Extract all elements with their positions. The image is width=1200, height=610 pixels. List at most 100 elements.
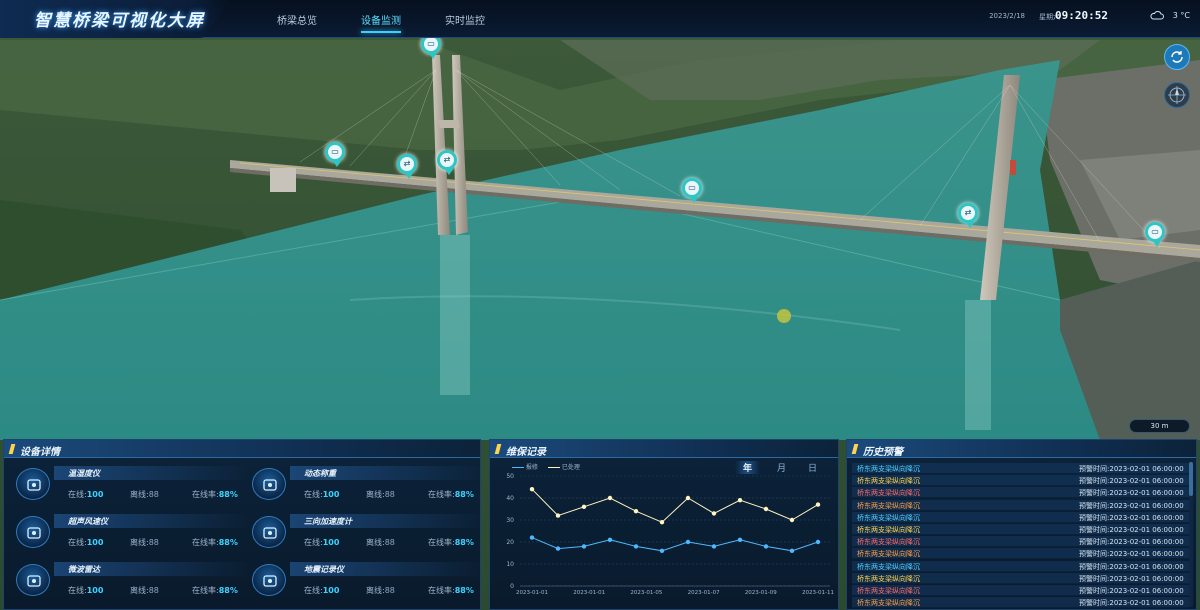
alarm-time: 预警时间:2023-02-01 06:00:00: [1079, 513, 1184, 523]
offline-value: 88: [148, 490, 159, 499]
alarm-row[interactable]: 桥东两支梁纵向降沉 预警时间:2023-02-01 06:00:00: [852, 511, 1189, 523]
rate-value: 88%: [454, 586, 474, 595]
alarm-time: 预警时间:2023-02-01 06:00:00: [1079, 476, 1184, 486]
alarm-row[interactable]: 桥东两支梁纵向降沉 预警时间:2023-02-01 06:00:00: [852, 560, 1189, 572]
offline-value: 88: [384, 586, 395, 595]
maintenance-line-chart: 0 10 20 30 40 50 2023-01-01 2023-01-01 2023-01-0…: [506, 473, 834, 596]
alarm-name: 桥东两支梁纵向降沉: [857, 574, 920, 583]
online-rate: 在线率:88%: [192, 537, 238, 548]
x-tick-label: 2023-01-01: [516, 590, 548, 596]
alarm-time-label: 预警时间:: [1079, 562, 1110, 571]
series-point: [685, 539, 691, 545]
series-point: [737, 537, 743, 542]
lane-marker[interactable]: ⇄: [397, 154, 417, 179]
alarm-row[interactable]: 桥东两支梁纵向降沉 预警时间:2023-02-01 06:00:00: [852, 597, 1189, 609]
panel-title: 维保记录: [506, 447, 546, 458]
alarm-time-label: 预警时间:: [1079, 526, 1110, 534]
series-point: [789, 548, 795, 553]
nav-live-monitoring[interactable]: 实时监控: [445, 12, 485, 27]
alarm-name: 桥东两支梁纵向降沉: [857, 587, 920, 595]
online-value: 100: [322, 490, 340, 499]
series-point: [607, 495, 613, 501]
alarm-time-value: 2023-02-01 06:00:00: [1109, 538, 1184, 547]
panel-header: 历史预警: [847, 440, 1196, 458]
alarm-row[interactable]: 桥东两支梁纵向降沉 预警时间:2023-02-01 06:00:00: [852, 463, 1189, 474]
device-card[interactable]: 地震记录仪 在线:100 离线:88 在线率:88%: [246, 562, 486, 606]
nav-active-indicator: [361, 31, 401, 33]
offline-label: 离线:: [366, 490, 385, 499]
alarm-row[interactable]: 桥东两支梁纵向降沉 预警时间:2023-02-01 06:00:00: [852, 524, 1189, 535]
radar-icon: [16, 564, 50, 596]
device-name: 三向加速度计: [304, 517, 352, 526]
alarm-scrollbar[interactable]: [1189, 462, 1193, 607]
compass-button[interactable]: [1164, 82, 1190, 108]
online-count: 在线:100: [304, 585, 339, 596]
y-tick-label: 10: [506, 561, 514, 568]
device-card[interactable]: 动态称重 在线:100 离线:88 在线率:88%: [246, 466, 486, 510]
online-value: 100: [86, 586, 104, 595]
online-count: 在线:100: [68, 489, 103, 500]
online-rate: 在线率:88%: [192, 489, 238, 500]
scrollbar-thumb[interactable]: [1189, 462, 1193, 496]
x-tick-label: 2023-01-01: [573, 590, 605, 596]
alarm-time: 预警时间:2023-02-01 06:00:00: [1079, 464, 1184, 474]
y-tick-label: 0: [510, 583, 514, 590]
series-point: [555, 546, 561, 551]
online-count: 在线:100: [68, 537, 103, 548]
series-point: [711, 544, 717, 549]
alarm-row[interactable]: 桥东两支梁纵向降沉 预警时间:2023-02-01 06:00:00: [852, 499, 1189, 511]
y-tick-label: 40: [506, 495, 514, 502]
refresh-button[interactable]: [1164, 44, 1190, 70]
series-point: [659, 548, 665, 553]
alarm-row[interactable]: 桥东两支梁纵向降沉 预警时间:2023-02-01 06:00:00: [852, 487, 1189, 499]
x-tick-label: 2023-01-05: [630, 590, 662, 596]
online-rate: 在线率:88%: [428, 585, 474, 596]
alarm-time: 预警时间:2023-02-01 06:00:00: [1079, 525, 1184, 535]
device-card[interactable]: 超声风速仪 在线:100 离线:88 在线率:88%: [10, 514, 250, 558]
alarm-name: 桥东两支梁纵向降沉: [857, 562, 920, 571]
device-card[interactable]: 三向加速度计 在线:100 离线:88 在线率:88%: [246, 514, 486, 558]
alarm-time: 预警时间:2023-02-01 06:00:00: [1079, 598, 1184, 608]
vehicle-marker[interactable]: ▭: [1145, 222, 1165, 247]
device-card[interactable]: 微波雷达 在线:100 离线:88 在线率:88%: [10, 562, 250, 606]
offline-count: 离线:88: [130, 489, 159, 500]
panel-mark: [494, 444, 502, 454]
vehicle-icon: ▭: [688, 183, 696, 192]
online-value: 100: [322, 538, 340, 547]
series-point: [607, 537, 613, 542]
device-card[interactable]: 温湿度仪 在线:100 离线:88 在线率:88%: [10, 466, 250, 510]
alarm-row[interactable]: 桥东两支梁纵向降沉 预警时间:2023-02-01 06:00:00: [852, 585, 1189, 596]
top-bar: 智慧桥梁可视化大屏 桥梁总览 设备监测 实时监控 2023/2/18 星期六 0…: [0, 0, 1200, 38]
alarm-time-value: 2023-02-01 06:00:00: [1109, 587, 1184, 595]
nav-device-monitoring[interactable]: 设备监测: [361, 12, 401, 33]
series-point: [529, 535, 535, 540]
rate-value: 88%: [454, 538, 474, 547]
device-name: 温湿度仪: [68, 469, 100, 478]
offline-label: 离线:: [130, 490, 149, 499]
alarm-name: 桥东两支梁纵向降沉: [857, 501, 920, 510]
lane-marker[interactable]: ⇄: [958, 203, 978, 228]
scale-icon: [252, 468, 286, 500]
rate-value: 88%: [218, 538, 238, 547]
seismograph-icon: [252, 564, 286, 596]
alarm-time-label: 预警时间:: [1079, 489, 1110, 498]
alarm-time: 预警时间:2023-02-01 06:00:00: [1079, 586, 1184, 596]
alarm-time-label: 预警时间:: [1079, 574, 1110, 583]
offline-label: 离线:: [366, 538, 385, 547]
offline-count: 离线:88: [366, 585, 395, 596]
lane-marker[interactable]: ⇄: [437, 150, 457, 175]
dashboard: ▭ ⇄ ⇄ ▭ ⇄ ▭ ▭ 30 m 智慧桥梁可视化大屏 桥梁总览 设备监测 实…: [0, 0, 1200, 610]
rate-label: 在线率:: [428, 490, 455, 499]
vehicle-marker[interactable]: ▭: [325, 142, 345, 167]
nav-label: 桥梁总览: [277, 16, 317, 27]
alarm-row[interactable]: 桥东两支梁纵向降沉 预警时间:2023-02-01 06:00:00: [852, 572, 1189, 584]
offline-count: 离线:88: [366, 537, 395, 548]
alarm-row[interactable]: 桥东两支梁纵向降沉 预警时间:2023-02-01 06:00:00: [852, 548, 1189, 560]
alarm-row[interactable]: 桥东两支梁纵向降沉 预警时间:2023-02-01 06:00:00: [852, 475, 1189, 487]
nav-bridge-overview[interactable]: 桥梁总览: [277, 12, 317, 27]
alarm-row[interactable]: 桥东两支梁纵向降沉 预警时间:2023-02-01 06:00:00: [852, 536, 1189, 548]
vehicle-marker[interactable]: ▭: [682, 178, 702, 203]
series-point: [529, 487, 535, 492]
nav-label: 设备监测: [361, 16, 401, 27]
vehicle-icon: ▭: [1151, 227, 1159, 236]
